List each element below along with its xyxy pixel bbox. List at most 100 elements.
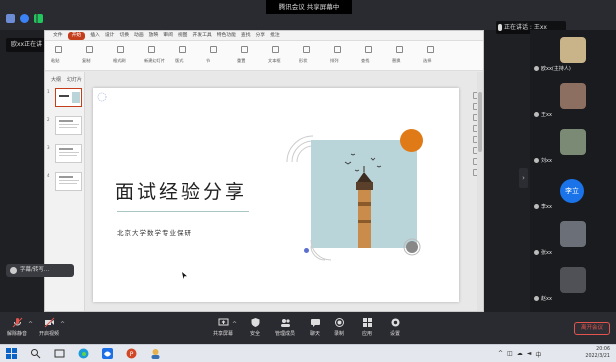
tab-1[interactable]: 开始 <box>67 31 86 40</box>
ring-decoration-icon <box>403 238 421 256</box>
ime-indicator[interactable]: 中 <box>535 350 541 359</box>
ribbon-tool-icon[interactable] <box>148 46 155 53</box>
microphone-icon <box>534 112 539 117</box>
microphone-icon <box>534 158 539 163</box>
participant-tile[interactable]: 欧xx(主持人) <box>530 32 616 74</box>
tab-13[interactable]: 批注 <box>270 31 280 41</box>
tab-2[interactable]: 插入 <box>90 31 100 41</box>
chevron-up-icon[interactable]: ^ <box>60 321 65 328</box>
chevron-up-icon[interactable]: ^ <box>498 350 503 359</box>
share-button[interactable]: 共享屏幕 <box>208 315 238 343</box>
edge-browser-icon[interactable] <box>78 348 89 359</box>
tab-10[interactable]: 特色功能 <box>217 31 236 41</box>
outline-tab[interactable]: 大纲 <box>51 76 61 83</box>
tab-7[interactable]: 审阅 <box>163 31 173 41</box>
windows-start-icon[interactable] <box>6 348 17 359</box>
ribbon-toolbar: 粘贴 复制 格式刷 新建幻灯片 版式 节 重置 文本框 形状 排列 查找 替换 选择 <box>45 41 483 71</box>
ribbon-tool-icon[interactable] <box>117 46 124 53</box>
chevron-up-icon[interactable]: ^ <box>232 321 237 328</box>
ribbon-tool-icon[interactable] <box>241 46 248 53</box>
members-label: 管理成员 <box>274 331 295 337</box>
members-button[interactable]: 管理成员 <box>270 315 300 343</box>
ribbon-tool-icon[interactable] <box>427 46 434 53</box>
clock[interactable]: 20:06 2022/3/21 <box>585 346 610 360</box>
slides-tab[interactable]: 幻灯片 <box>67 76 82 83</box>
tab-12[interactable]: 分享 <box>256 31 266 41</box>
vertical-scrollbar[interactable] <box>477 72 483 311</box>
tab-6[interactable]: 放映 <box>149 31 159 41</box>
task-view-icon[interactable] <box>54 348 65 359</box>
tab-11[interactable]: 查找 <box>241 31 251 41</box>
tab-9[interactable]: 开发工具 <box>192 31 211 41</box>
signal-icon[interactable] <box>34 14 43 23</box>
participant-name: 张xx <box>541 250 552 256</box>
info-icon[interactable] <box>6 14 15 23</box>
ribbon-tool-icon[interactable] <box>303 46 310 53</box>
participant-tile[interactable]: 张xx <box>530 216 616 258</box>
ribbon-label: 查找 <box>361 58 370 63</box>
ribbon-tool-icon[interactable] <box>272 46 279 53</box>
record-button[interactable]: 录制 <box>324 315 354 343</box>
tencent-meeting-icon[interactable] <box>102 348 113 359</box>
ribbon-tool-icon[interactable] <box>179 46 186 53</box>
ribbon-tool-icon[interactable] <box>365 46 372 53</box>
members-icon <box>280 319 290 327</box>
security-button[interactable]: 安全 <box>240 315 270 343</box>
presentation-body: 大纲 幻灯片 1 2 3 4 面试经验分享 北京大学数学专业保研 <box>45 72 483 311</box>
settings-button[interactable]: 设置 <box>380 315 410 343</box>
ribbon-tool-icon[interactable] <box>210 46 217 53</box>
participant-tile[interactable]: 刘xx <box>530 124 616 166</box>
participant-tile[interactable]: 王xx <box>530 78 616 120</box>
powerpoint-icon[interactable]: P <box>126 348 137 359</box>
gear-icon <box>391 318 399 327</box>
ribbon-label: 形状 <box>299 58 308 63</box>
tab-4[interactable]: 切换 <box>119 31 129 41</box>
clock-date: 2022/3/21 <box>585 354 610 359</box>
thumbnail-number: 2 <box>47 117 50 122</box>
chevron-up-icon[interactable]: ^ <box>28 321 33 328</box>
scrollbar-thumb[interactable] <box>478 92 482 152</box>
tab-0[interactable]: 文件 <box>53 31 63 41</box>
captions-button[interactable]: 字幕/转写... <box>6 264 74 277</box>
slide-thumbnail[interactable] <box>55 172 82 191</box>
slide-canvas-area: 面试经验分享 北京大学数学专业保研 <box>87 72 473 311</box>
microphone-icon <box>534 250 539 255</box>
leave-meeting-button[interactable]: 离开会议 <box>574 322 610 335</box>
thumbnail-number: 4 <box>47 173 50 178</box>
ribbon-tool-icon[interactable] <box>86 46 93 53</box>
tab-3[interactable]: 设计 <box>105 31 115 41</box>
share-screen-icon <box>218 318 228 326</box>
participant-video <box>560 37 586 63</box>
mute-button[interactable]: 解除静音 <box>2 315 32 343</box>
microphone-icon <box>12 317 22 328</box>
tab-8[interactable]: 视图 <box>178 31 188 41</box>
participant-video <box>560 267 586 293</box>
collapse-panel-button[interactable]: › <box>519 168 528 188</box>
speaker-icon[interactable]: ◄ <box>527 350 532 359</box>
video-button[interactable]: 开启视频 <box>34 315 64 343</box>
status-icons <box>6 14 43 23</box>
presentation-window: 文件 开始 插入 设计 切换 动画 放映 审阅 视图 开发工具 特色功能 查找 分享 批注 粘贴 复制 格式刷… <box>44 30 484 312</box>
slide-thumbnail[interactable] <box>55 116 82 135</box>
user-app-icon[interactable] <box>150 348 161 359</box>
ribbon-tool-icon[interactable] <box>396 46 403 53</box>
lighthouse-photo <box>311 140 417 248</box>
participant-tile[interactable]: 赵xx <box>530 262 616 304</box>
cloud-icon[interactable]: ☁ <box>517 350 523 359</box>
ribbon-label: 版式 <box>175 58 184 63</box>
tab-5[interactable]: 动画 <box>134 31 144 41</box>
search-icon[interactable] <box>30 348 41 359</box>
system-tray: ^ ◫ ☁ ◄ 中 <box>498 350 541 359</box>
ribbon-tool-icon[interactable] <box>334 46 341 53</box>
slide[interactable]: 面试经验分享 北京大学数学专业保研 <box>93 88 459 302</box>
ribbon-tool-icon[interactable] <box>55 46 62 53</box>
slide-thumbnail[interactable] <box>55 144 82 163</box>
participant-name: 王xx <box>541 112 552 118</box>
participant-video <box>560 221 586 247</box>
apps-button[interactable]: 应用 <box>352 315 382 343</box>
network-icon[interactable]: ◫ <box>507 350 513 359</box>
slide-title: 面试经验分享 <box>115 181 248 203</box>
participant-tile[interactable]: 李立 李xx <box>530 170 616 212</box>
slide-thumbnail[interactable] <box>55 88 82 107</box>
security-icon[interactable] <box>20 14 29 23</box>
